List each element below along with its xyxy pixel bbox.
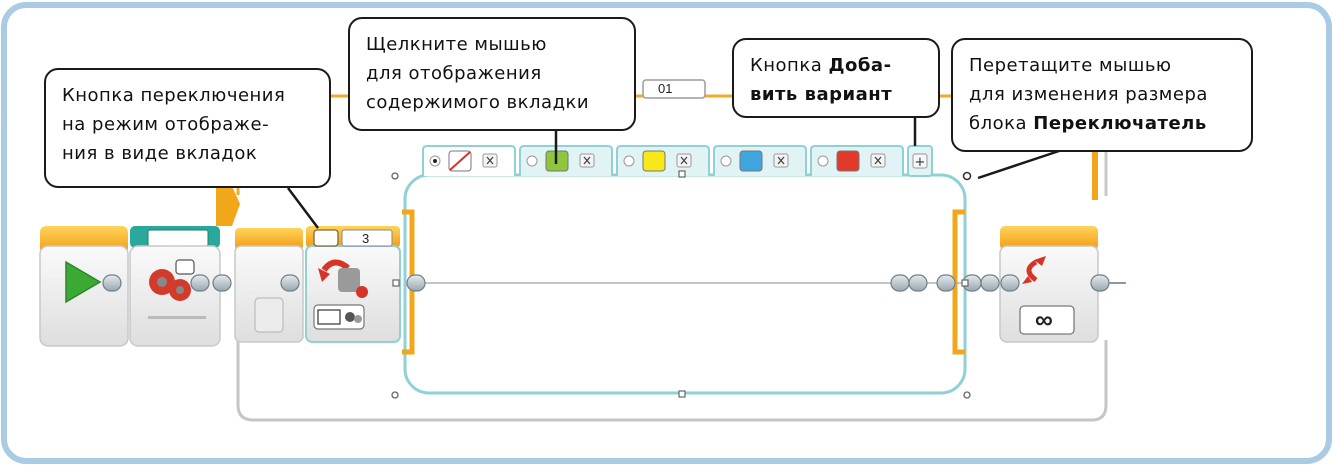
switch-tabs: + bbox=[422, 145, 933, 177]
callout-bold: вить вариант bbox=[750, 84, 893, 105]
callout-line: Кнопка Доба- bbox=[750, 51, 922, 80]
case-tab-blue[interactable] bbox=[713, 145, 807, 176]
callout-line: Перетащите мышью bbox=[969, 55, 1172, 76]
add-case-button[interactable]: + bbox=[907, 145, 933, 177]
case-tab-yellow[interactable] bbox=[616, 145, 710, 176]
motor-port-label: Opp... bbox=[158, 231, 195, 246]
tab-view-toggle-icon[interactable] bbox=[313, 229, 339, 247]
callout-line: Щелкните мышью bbox=[366, 34, 547, 55]
callout-add-case: Кнопка Доба- вить вариант bbox=[732, 38, 940, 118]
callout-bold: Доба- bbox=[828, 55, 892, 76]
sequence-plug-icon bbox=[280, 274, 300, 292]
callout-line: для изменения размера bbox=[969, 84, 1208, 105]
callout-line: содержимого вкладки bbox=[366, 92, 590, 113]
ev3-screenshot: + 01 Opp... 3 ∞ Кнопка переключения на р… bbox=[0, 0, 1333, 466]
callout-line: на режим отображе- bbox=[62, 114, 270, 135]
sequence-plug-icon bbox=[1000, 274, 1020, 292]
sequence-plug-icon bbox=[908, 274, 928, 292]
sequence-plug-icon bbox=[102, 274, 122, 292]
resize-handle-top-right[interactable] bbox=[962, 171, 972, 181]
sequence-plug-icon bbox=[406, 274, 426, 292]
default-case-radio[interactable] bbox=[526, 155, 538, 167]
default-case-radio[interactable] bbox=[817, 155, 829, 167]
callout-tab-view-toggle: Кнопка переключения на режим отображе- н… bbox=[44, 68, 331, 188]
color-swatch-icon[interactable] bbox=[739, 150, 763, 172]
plus-icon: + bbox=[915, 155, 926, 170]
radio-selected-dot bbox=[433, 159, 437, 163]
callout-tab-contents: Щелкните мышью для отображения содержимо… bbox=[348, 17, 636, 131]
callout-line: ния в виде вкладок bbox=[62, 143, 258, 164]
loop-name-text: 01 bbox=[658, 81, 673, 96]
sequence-plug-icon bbox=[190, 274, 210, 292]
callout-line: Кнопка переключения bbox=[62, 85, 286, 106]
infinity-icon: ∞ bbox=[1035, 306, 1053, 334]
case-tab-red[interactable] bbox=[810, 145, 904, 176]
callout-resize: Перетащите мышью для изменения размера б… bbox=[951, 38, 1253, 152]
case-tab-no-color-slash[interactable] bbox=[422, 145, 516, 176]
switch-value-text: 3 bbox=[362, 231, 370, 246]
switch-case-area[interactable] bbox=[403, 173, 967, 395]
default-case-radio[interactable] bbox=[720, 155, 732, 167]
callout-line: блока Переключатель bbox=[969, 109, 1235, 138]
color-swatch-icon[interactable] bbox=[836, 150, 860, 172]
sequence-plug-icon bbox=[1090, 274, 1110, 292]
callout-bold: Переключатель bbox=[1033, 113, 1207, 134]
loop-name-field[interactable] bbox=[642, 79, 706, 99]
sequence-plug-icon bbox=[980, 274, 1000, 292]
switch-block[interactable] bbox=[305, 226, 401, 343]
callout-line: вить вариант bbox=[750, 80, 922, 109]
case-tab-green[interactable] bbox=[519, 145, 613, 176]
callout-text: Кнопка bbox=[750, 55, 829, 76]
sequence-plug-icon bbox=[890, 274, 910, 292]
color-swatch-icon[interactable] bbox=[642, 150, 666, 172]
sequence-plug-icon bbox=[212, 274, 232, 292]
sequence-plug-icon bbox=[936, 274, 956, 292]
callout-text: блока bbox=[969, 113, 1034, 134]
callout-line: для отображения bbox=[366, 63, 542, 84]
default-case-radio[interactable] bbox=[623, 155, 635, 167]
